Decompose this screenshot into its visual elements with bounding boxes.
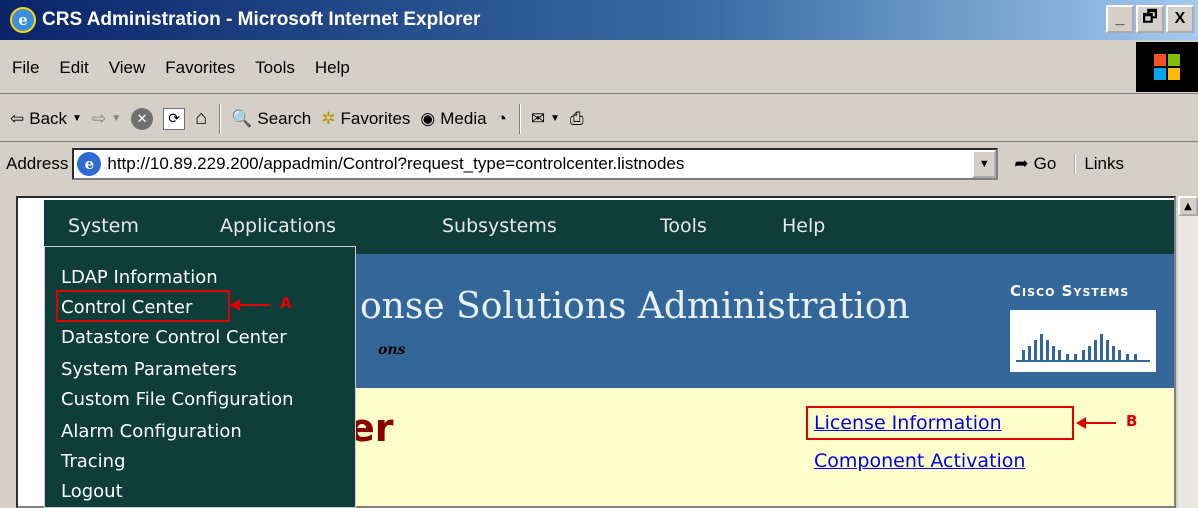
address-dropdown-button[interactable]: ▼	[972, 150, 997, 178]
standard-toolbar: ⇦ Back ▼ ⇨ ▼ ✕ ⟳ ⌂ 🔍 Search ✲ Favorites …	[0, 96, 1198, 142]
stop-icon: ✕	[131, 107, 154, 130]
menu-logout[interactable]: Logout	[61, 481, 123, 502]
nav-subsystems[interactable]: Subsystems	[442, 215, 557, 237]
media-button[interactable]: ◉ Media	[420, 109, 486, 129]
ie-icon: e	[10, 7, 36, 33]
menu-favorites[interactable]: Favorites	[165, 58, 235, 78]
history-icon: ◔	[496, 108, 507, 128]
forward-button[interactable]: ⇨ ▼	[92, 109, 121, 129]
media-label: Media	[440, 108, 487, 128]
menu-view[interactable]: View	[109, 58, 146, 78]
menu-alarm-configuration[interactable]: Alarm Configuration	[61, 421, 242, 442]
stop-button[interactable]: ✕	[131, 107, 154, 130]
annotation-label-b: B	[1126, 412, 1138, 430]
restore-button[interactable]: 🗗	[1136, 5, 1164, 33]
banner-subtitle: ons	[378, 342, 406, 358]
favorites-icon: ✲	[321, 108, 336, 128]
search-button[interactable]: 🔍 Search	[231, 109, 311, 129]
favorites-label: Favorites	[340, 108, 411, 128]
search-label: Search	[257, 108, 312, 128]
back-label: Back	[29, 108, 68, 128]
search-icon: 🔍	[231, 108, 253, 128]
minimize-button[interactable]: _	[1106, 5, 1134, 33]
menu-help[interactable]: Help	[315, 58, 350, 78]
menu-ldap-information[interactable]: LDAP Information	[61, 267, 218, 288]
menu-edit[interactable]: Edit	[59, 58, 88, 78]
cisco-logo-icon	[1010, 310, 1156, 372]
menu-tools[interactable]: Tools	[255, 58, 295, 78]
menu-system-parameters[interactable]: System Parameters	[61, 359, 237, 380]
toolbar-separator	[518, 103, 521, 134]
back-arrow-icon: ⇦	[10, 108, 25, 128]
go-label: Go	[1033, 154, 1057, 173]
menu-bar: File Edit View Favorites Tools Help	[0, 42, 1198, 94]
nav-help[interactable]: Help	[782, 215, 825, 237]
annotation-arrow-b	[1076, 417, 1116, 429]
print-button[interactable]: ⎙	[570, 109, 584, 129]
page-icon: e	[77, 152, 102, 176]
toolbar-separator	[219, 103, 222, 134]
chevron-down-icon: ▼	[72, 113, 82, 124]
menu-file[interactable]: File	[12, 58, 39, 78]
history-button[interactable]: ◔	[497, 109, 507, 129]
menu-custom-file-configuration[interactable]: Custom File Configuration	[61, 389, 294, 410]
mail-button[interactable]: ✉ ▼	[531, 109, 560, 129]
annotation-label-a: A	[280, 294, 292, 312]
window-controls: _ 🗗 X	[1106, 5, 1194, 33]
vertical-scrollbar[interactable]: ▲	[1178, 196, 1198, 508]
cisco-brand: Cisco Systems	[1010, 282, 1130, 300]
media-icon: ◉	[420, 108, 436, 128]
component-activation-link[interactable]: Component Activation	[814, 450, 1025, 472]
address-label: Address	[6, 154, 69, 173]
nav-system[interactable]: System	[68, 215, 139, 237]
refresh-button[interactable]: ⟳	[163, 107, 186, 130]
system-menu-dropdown: LDAP Information Control Center Datastor…	[44, 246, 356, 508]
go-button[interactable]: ➦ Go	[1014, 154, 1056, 174]
print-icon: ⎙	[570, 108, 584, 128]
refresh-icon: ⟳	[163, 107, 186, 130]
window-title: CRS Administration - Microsoft Internet …	[42, 9, 481, 30]
chevron-down-icon: ▼	[550, 113, 561, 124]
menu-datastore-control-center[interactable]: Datastore Control Center	[61, 327, 287, 348]
annotation-box-b	[806, 406, 1074, 440]
menu-tracing[interactable]: Tracing	[61, 451, 126, 472]
chevron-down-icon: ▼	[111, 113, 122, 124]
window-title-bar: e CRS Administration - Microsoft Interne…	[0, 0, 1198, 40]
nav-applications[interactable]: Applications	[220, 215, 336, 237]
address-input[interactable]: e http://10.89.229.200/appadmin/Control?…	[72, 148, 999, 180]
annotation-box-a	[56, 290, 230, 322]
mail-icon: ✉	[530, 108, 546, 128]
annotation-arrow-a	[230, 299, 270, 311]
scroll-up-button[interactable]: ▲	[1178, 196, 1198, 216]
address-bar: Address e http://10.89.229.200/appadmin/…	[0, 144, 1198, 184]
back-button[interactable]: ⇦ Back ▼	[10, 109, 82, 129]
windows-logo-icon	[1136, 42, 1198, 92]
banner-title: onse Solutions Administration	[360, 286, 910, 327]
close-button[interactable]: X	[1166, 5, 1194, 33]
nav-tools[interactable]: Tools	[660, 215, 707, 237]
home-icon: ⌂	[195, 107, 208, 129]
links-button[interactable]: Links	[1074, 154, 1124, 174]
forward-arrow-icon: ⇨	[91, 108, 107, 128]
home-button[interactable]: ⌂	[195, 107, 207, 130]
favorites-button[interactable]: ✲ Favorites	[321, 109, 410, 129]
address-url[interactable]: http://10.89.229.200/appadmin/Control?re…	[107, 154, 684, 174]
go-arrow-icon: ➦	[1014, 154, 1029, 173]
